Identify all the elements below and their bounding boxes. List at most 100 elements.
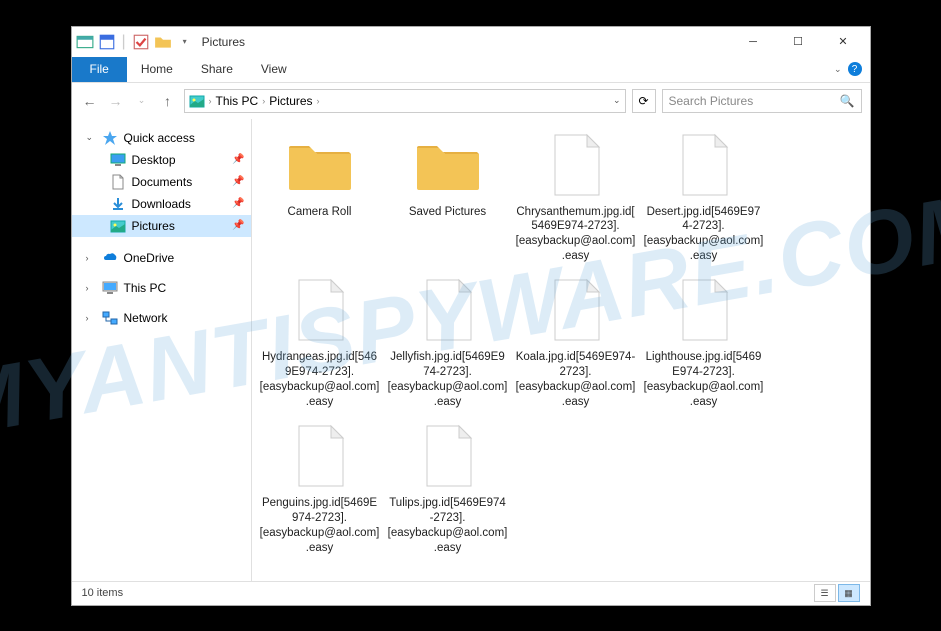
nav-desktop[interactable]: Desktop 📌 (72, 149, 251, 171)
file-icon (531, 276, 621, 346)
file-tab[interactable]: File (72, 57, 127, 82)
item-label: Koala.jpg.id[5469E974-2723].[easybackup@… (516, 350, 636, 410)
star-icon (102, 130, 118, 146)
breadcrumb-thispc[interactable]: This PC (216, 94, 259, 108)
nav-downloads-label: Downloads (132, 197, 191, 211)
folder-item[interactable]: Camera Roll (260, 131, 380, 265)
file-item[interactable]: Tulips.jpg.id[5469E974-2723].[easybackup… (388, 422, 508, 556)
nav-quick-label: Quick access (124, 131, 195, 145)
pictures-bc-icon (189, 93, 205, 109)
file-icon (659, 276, 749, 346)
qat-check-icon[interactable] (132, 33, 150, 51)
item-label: Penguins.jpg.id[5469E974-2723].[easyback… (260, 496, 380, 556)
recent-dropdown-icon[interactable]: ⌄ (132, 91, 152, 111)
nav-network-label: Network (124, 311, 168, 325)
breadcrumb[interactable]: › This PC › Pictures › ⌄ (184, 89, 626, 113)
nav-onedrive-label: OneDrive (124, 251, 175, 265)
network-icon (102, 310, 118, 326)
file-icon (275, 422, 365, 492)
address-bar: ← → ⌄ ↑ › This PC › Pictures › ⌄ ⟳ Searc… (72, 83, 870, 119)
tab-view[interactable]: View (247, 57, 301, 82)
item-label: Tulips.jpg.id[5469E974-2723].[easybackup… (388, 496, 508, 556)
file-item[interactable]: Koala.jpg.id[5469E974-2723].[easybackup@… (516, 276, 636, 410)
nav-pictures-label: Pictures (132, 219, 175, 233)
file-item[interactable]: Penguins.jpg.id[5469E974-2723].[easyback… (260, 422, 380, 556)
item-label: Desert.jpg.id[5469E974-2723].[easybackup… (644, 205, 764, 265)
qat: | ▾ (76, 33, 194, 51)
nav-onedrive[interactable]: › OneDrive (72, 247, 251, 269)
folder-item[interactable]: Saved Pictures (388, 131, 508, 265)
ribbon: File Home Share View ⌄ ? (72, 57, 870, 83)
file-list[interactable]: Camera Roll Saved Pictures Chrysanthemum.j… (252, 119, 870, 581)
properties-icon[interactable] (98, 33, 116, 51)
nav-pictures[interactable]: Pictures 📌 (72, 215, 251, 237)
nav-documents[interactable]: Documents 📌 (72, 171, 251, 193)
file-item[interactable]: Chrysanthemum.jpg.id[5469E974-2723].[eas… (516, 131, 636, 265)
folder-icon (275, 131, 365, 201)
pin-icon: 📌 (232, 220, 244, 231)
qat-dropdown-icon[interactable]: ▾ (176, 33, 194, 51)
expand-icon[interactable]: › (86, 283, 96, 293)
item-label: Jellyfish.jpg.id[5469E974-2723].[easybac… (388, 350, 508, 410)
explorer-icon (76, 33, 94, 51)
search-icon: 🔍 (840, 94, 855, 108)
file-icon (403, 276, 493, 346)
search-input[interactable]: Search Pictures 🔍 (662, 89, 862, 113)
tab-share[interactable]: Share (187, 57, 247, 82)
expand-icon[interactable]: › (86, 313, 96, 323)
pin-icon: 📌 (232, 176, 244, 187)
file-item[interactable]: Desert.jpg.id[5469E974-2723].[easybackup… (644, 131, 764, 265)
desktop-icon (110, 152, 126, 168)
collapse-icon[interactable]: ⌄ (86, 132, 96, 143)
pin-icon: 📌 (232, 198, 244, 209)
file-item[interactable]: Lighthouse.jpg.id[5469E974-2723].[easyba… (644, 276, 764, 410)
file-icon (403, 422, 493, 492)
statusbar: 10 items ☰ ▦ (72, 581, 870, 605)
up-button[interactable]: ↑ (158, 91, 178, 111)
item-label: Hydrangeas.jpg.id[5469E974-2723].[easyba… (260, 350, 380, 410)
documents-icon (110, 174, 126, 190)
item-label: Camera Roll (288, 205, 352, 220)
file-item[interactable]: Jellyfish.jpg.id[5469E974-2723].[easybac… (388, 276, 508, 410)
nav-pane: ⌄ Quick access Desktop 📌 Documents 📌 Dow (72, 119, 252, 581)
forward-button[interactable]: → (106, 91, 126, 111)
nav-documents-label: Documents (132, 175, 193, 189)
nav-desktop-label: Desktop (132, 153, 176, 167)
search-placeholder: Search Pictures (669, 94, 754, 108)
file-item[interactable]: Hydrangeas.jpg.id[5469E974-2723].[easyba… (260, 276, 380, 410)
chevron-down-icon[interactable]: ⌄ (613, 95, 621, 106)
refresh-button[interactable]: ⟳ (632, 89, 656, 113)
nav-network[interactable]: › Network (72, 307, 251, 329)
downloads-icon (110, 196, 126, 212)
maximize-button[interactable]: ☐ (776, 27, 821, 57)
minimize-button[interactable]: ─ (731, 27, 776, 57)
item-label: Saved Pictures (409, 205, 486, 220)
file-icon (659, 131, 749, 201)
close-button[interactable]: ✕ (821, 27, 866, 57)
onedrive-icon (102, 250, 118, 266)
nav-thispc-label: This PC (124, 281, 167, 295)
explorer-window: | ▾ Pictures ─ ☐ ✕ File Home Share View … (71, 26, 871, 606)
window-title: Pictures (202, 35, 245, 49)
tab-home[interactable]: Home (127, 57, 187, 82)
expand-icon[interactable]: › (86, 253, 96, 263)
thispc-icon (102, 280, 118, 296)
ribbon-expand-icon[interactable]: ⌄ (834, 64, 842, 75)
details-view-button[interactable]: ☰ (814, 584, 836, 602)
item-label: Lighthouse.jpg.id[5469E974-2723].[easyba… (644, 350, 764, 410)
file-icon (531, 131, 621, 201)
help-icon[interactable]: ? (848, 62, 862, 76)
pictures-icon (110, 218, 126, 234)
folder-icon (403, 131, 493, 201)
item-label: Chrysanthemum.jpg.id[5469E974-2723].[eas… (516, 205, 636, 265)
back-button[interactable]: ← (80, 91, 100, 111)
breadcrumb-pictures[interactable]: Pictures (269, 94, 312, 108)
nav-thispc[interactable]: › This PC (72, 277, 251, 299)
nav-downloads[interactable]: Downloads 📌 (72, 193, 251, 215)
nav-quick-access[interactable]: ⌄ Quick access (72, 127, 251, 149)
pin-icon: 📌 (232, 154, 244, 165)
file-icon (275, 276, 365, 346)
titlebar: | ▾ Pictures ─ ☐ ✕ (72, 27, 870, 57)
folder-small-icon[interactable] (154, 33, 172, 51)
large-icons-view-button[interactable]: ▦ (838, 584, 860, 602)
